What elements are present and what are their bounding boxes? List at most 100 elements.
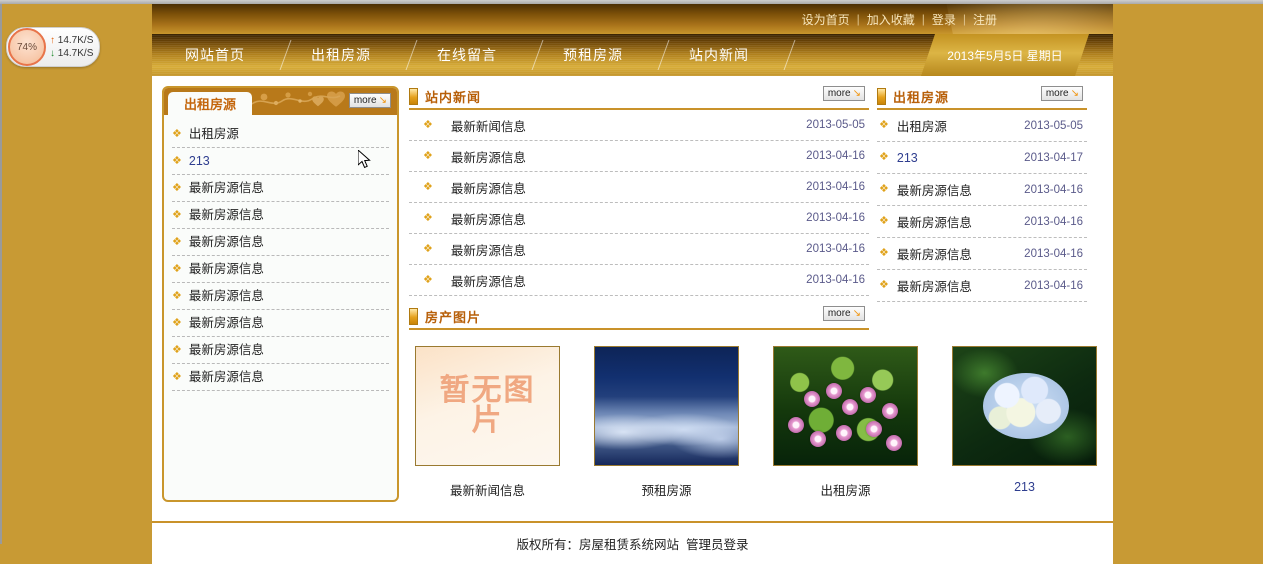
more-button[interactable]: more ↘ (822, 306, 865, 321)
news-item-date: 2013-04-16 (806, 243, 865, 255)
diamond-bullet-icon: ❖ (423, 242, 433, 255)
network-speed-widget[interactable]: 74% ↑ 14.7K/S ↓ 14.7K/S (6, 27, 100, 67)
rent-item-title[interactable]: 最新房源信息 (897, 276, 1024, 295)
list-item-link[interactable]: 最新房源信息 (189, 365, 264, 389)
list-item[interactable]: ❖ 出租房源 2013-05-05 (877, 110, 1087, 142)
news-item-title[interactable]: 最新房源信息 (451, 209, 806, 228)
more-button[interactable]: more ↘ (1040, 86, 1083, 101)
cpu-usage-value: 74% (16, 41, 37, 53)
diamond-bullet-icon: ❖ (423, 149, 433, 162)
list-item[interactable]: ❖ 最新房源信息 (172, 337, 389, 364)
lotus-pond-photo[interactable] (773, 346, 918, 466)
nav-link-rent-listings[interactable]: 出租房源 (278, 34, 404, 76)
news-list: ❖ 最新新闻信息 2013-05-05 ❖ 最新房源信息 2013-04-16 ❖ 最新房… (409, 110, 869, 296)
list-item[interactable]: ❖ 最新房源信息 (172, 175, 389, 202)
mouse-cursor (358, 150, 371, 169)
photo-art (595, 347, 738, 465)
panel-header: 出租房源 more ↘ (164, 88, 397, 115)
list-item[interactable]: ❖ 最新房源信息 (172, 364, 389, 391)
news-item-title[interactable]: 最新房源信息 (451, 240, 806, 259)
more-button-label: more (827, 308, 851, 319)
placeholder-art: 暂无图片 (416, 347, 559, 465)
winter-forest-photo[interactable] (594, 346, 739, 466)
rent-item-title[interactable]: 最新房源信息 (897, 180, 1024, 199)
news-item-title[interactable]: 最新房源信息 (451, 147, 806, 166)
list-item[interactable]: ❖ 最新房源信息 2013-04-16 (409, 234, 869, 265)
more-button[interactable]: more ↘ (348, 93, 391, 108)
utility-links: 设为首页 | 加入收藏 | 登录 | 注册 (802, 4, 997, 34)
diamond-bullet-icon: ❖ (172, 262, 182, 275)
download-arrow-icon: ↓ (50, 48, 55, 59)
list-item[interactable]: ❖ 最新房源信息 (172, 310, 389, 337)
list-item[interactable]: ❖ 最新房源信息 (172, 256, 389, 283)
list-item-link[interactable]: 出租房源 (189, 122, 239, 146)
login-link[interactable]: 登录 (932, 11, 956, 28)
diamond-bullet-icon: ❖ (172, 316, 182, 329)
gallery-item[interactable]: 暂无图片 最新新闻信息 (415, 346, 560, 499)
list-item-link[interactable]: 最新房源信息 (189, 230, 264, 254)
list-item[interactable]: ❖ 最新房源信息 (172, 283, 389, 310)
list-item[interactable]: ❖ 最新房源信息 (172, 229, 389, 256)
hydrangea-flower-photo[interactable] (952, 346, 1097, 466)
list-item-link[interactable]: 最新房源信息 (189, 338, 264, 362)
gallery-item[interactable]: 预租房源 (594, 346, 739, 499)
nav-link-home[interactable]: 网站首页 (152, 34, 278, 76)
more-button[interactable]: more ↘ (822, 86, 865, 101)
news-section-header: 站内新闻 more ↘ (409, 84, 869, 110)
list-item[interactable]: ❖ 最新房源信息 2013-04-16 (877, 206, 1087, 238)
list-item[interactable]: ❖ 最新房源信息 2013-04-16 (409, 203, 869, 234)
nav-link-site-news[interactable]: 站内新闻 (656, 34, 782, 76)
page-content: 出租房源 more ↘ ❖ 出租房源 ❖ 213 ❖ 最新房源信息 ❖ 最新房源信息 ❖… (152, 76, 1113, 521)
list-item[interactable]: ❖ 213 2013-04-17 (877, 142, 1087, 174)
rent-item-title[interactable]: 最新房源信息 (897, 244, 1024, 263)
nav-item-home[interactable]: 网站首页 (152, 34, 292, 76)
more-arrow-icon: ↘ (852, 307, 861, 319)
nav-item-message-board[interactable]: 在线留言 (404, 34, 544, 76)
rent-item-date: 2013-04-16 (1024, 183, 1083, 196)
list-item[interactable]: ❖ 最新房源信息 2013-04-16 (877, 174, 1087, 206)
news-item-title[interactable]: 最新新闻信息 (451, 116, 806, 135)
rent-item-date: 2013-04-16 (1024, 215, 1083, 228)
section-marker-icon (877, 87, 886, 105)
list-item[interactable]: ❖ 最新房源信息 2013-04-16 (877, 238, 1087, 270)
set-homepage-link[interactable]: 设为首页 (802, 11, 850, 28)
list-item-link[interactable]: 最新房源信息 (189, 311, 264, 335)
diamond-bullet-icon: ❖ (423, 273, 433, 286)
list-item[interactable]: ❖ 最新房源信息 2013-04-16 (409, 265, 869, 296)
rent-item-title[interactable]: 213 (897, 151, 1024, 165)
panel-tab-rent-listings[interactable]: 出租房源 (168, 92, 252, 115)
rent-item-date: 2013-04-16 (1024, 247, 1083, 260)
link-separator: | (962, 12, 966, 26)
list-item[interactable]: ❖ 出租房源 (172, 121, 389, 148)
list-item[interactable]: ❖ 最新房源信息 (172, 202, 389, 229)
nav-link-message-board[interactable]: 在线留言 (404, 34, 530, 76)
nav-item-site-news[interactable]: 站内新闻 (656, 34, 796, 76)
news-item-title[interactable]: 最新房源信息 (451, 178, 806, 197)
list-item[interactable]: ❖ 最新新闻信息 2013-05-05 (409, 110, 869, 141)
rent-item-title[interactable]: 最新房源信息 (897, 212, 1024, 231)
list-item-link[interactable]: 213 (189, 149, 210, 173)
download-rate-row: ↓ 14.7K/S (50, 47, 93, 60)
list-item-link[interactable]: 最新房源信息 (189, 203, 264, 227)
list-item-link[interactable]: 最新房源信息 (189, 257, 264, 281)
more-button-label: more (827, 88, 851, 99)
news-item-title[interactable]: 最新房源信息 (451, 271, 806, 290)
nav-link-prerent-listings[interactable]: 预租房源 (530, 34, 656, 76)
nav-item-rent-listings[interactable]: 出租房源 (278, 34, 418, 76)
list-item[interactable]: ❖ 最新房源信息 2013-04-16 (409, 172, 869, 203)
gallery-section-header: 房产图片 more ↘ (409, 304, 869, 330)
list-item-link[interactable]: 最新房源信息 (189, 176, 264, 200)
rent-item-title[interactable]: 出租房源 (897, 116, 1024, 135)
add-favorite-link[interactable]: 加入收藏 (867, 11, 915, 28)
register-link[interactable]: 注册 (973, 11, 997, 28)
section-marker-icon (409, 87, 418, 105)
nav-item-prerent-listings[interactable]: 预租房源 (530, 34, 670, 76)
no-image-placeholder[interactable]: 暂无图片 (415, 346, 560, 466)
site-page: 设为首页 | 加入收藏 | 登录 | 注册 网站首页 出租房源 在线留言 预租房… (152, 4, 1113, 564)
list-item[interactable]: ❖ 最新房源信息 2013-04-16 (877, 270, 1087, 302)
list-item[interactable]: ❖ 最新房源信息 2013-04-16 (409, 141, 869, 172)
list-item[interactable]: ❖ 213 (172, 148, 389, 175)
rent-item-date: 2013-04-17 (1024, 151, 1083, 164)
list-item-link[interactable]: 最新房源信息 (189, 284, 264, 308)
more-arrow-icon: ↘ (1070, 87, 1079, 99)
